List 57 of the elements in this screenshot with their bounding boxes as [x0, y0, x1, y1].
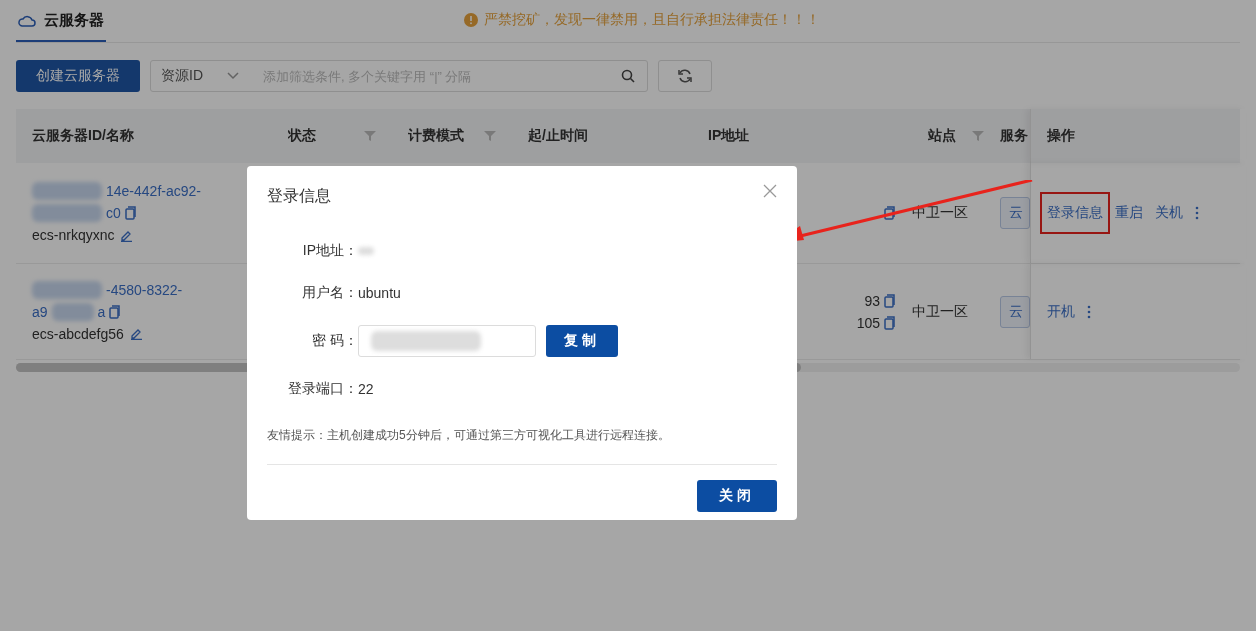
redaction-blur — [358, 247, 374, 255]
field-label: 用户名： — [301, 284, 358, 302]
column-header: IP地址 — [708, 127, 750, 145]
server-id[interactable]: c0 — [106, 202, 121, 224]
page-tab[interactable]: 云服务器 — [16, 0, 106, 42]
redaction-blur — [32, 182, 102, 200]
refresh-icon[interactable] — [677, 68, 693, 84]
search-icon[interactable] — [621, 69, 635, 83]
tip-text: 友情提示：主机创建成功5分钟后，可通过第三方可视化工具进行远程连接。 — [267, 427, 777, 465]
service-tag: 云 — [1000, 197, 1030, 229]
warning-text: 严禁挖矿，发现一律禁用，且自行承担法律责任！！！ — [484, 11, 820, 29]
column-header: 站点 — [928, 127, 956, 145]
dialog-title: 登录信息 — [267, 186, 331, 206]
ip-address: 93 — [864, 291, 880, 311]
field-label: 密 码： — [311, 332, 358, 350]
more-icon[interactable] — [1195, 206, 1199, 220]
copy-icon[interactable] — [884, 315, 896, 330]
field-label: IP地址： — [301, 242, 358, 260]
copy-button[interactable]: 复制 — [546, 325, 618, 357]
copy-icon[interactable] — [109, 304, 122, 319]
action-link[interactable]: 登录信息 — [1040, 192, 1110, 234]
column-header: 操作 — [1047, 127, 1075, 145]
redaction-blur — [51, 302, 94, 321]
copy-icon[interactable] — [884, 206, 896, 220]
create-button[interactable]: 创建云服务器 — [16, 60, 140, 92]
column-header: 起/止时间 — [528, 127, 588, 145]
redaction-blur — [32, 204, 102, 222]
caret-icon[interactable] — [227, 72, 239, 80]
column-header: 状态 — [288, 127, 316, 145]
redaction-blur — [32, 280, 102, 299]
column-header: 云服务器ID/名称 — [32, 127, 134, 145]
copy-icon[interactable] — [884, 293, 896, 308]
column-header: 服务 — [1000, 127, 1028, 145]
server-id[interactable]: 14e-442f-ac92- — [106, 180, 201, 202]
field-value: 22 — [358, 381, 374, 397]
server-id[interactable]: -4580-8322- — [106, 278, 183, 301]
server-id[interactable]: a — [97, 300, 106, 323]
more-icon[interactable] — [1087, 304, 1091, 319]
ip-address: 105 — [856, 313, 880, 333]
field-value: ubuntu — [358, 285, 401, 301]
action-link[interactable]: 开机 — [1040, 290, 1082, 333]
site-name: 中卫一区 — [912, 302, 969, 321]
password-field[interactable] — [358, 325, 536, 357]
refresh-button[interactable] — [658, 60, 712, 92]
column-header: 计费模式 — [408, 127, 464, 145]
close-button[interactable]: 关闭 — [697, 480, 777, 512]
service-tag: 云 — [1000, 295, 1030, 328]
filter-select[interactable]: 资源ID — [161, 67, 203, 85]
server-id[interactable]: a9 — [32, 300, 48, 323]
edit-icon[interactable] — [129, 327, 143, 340]
server-name: ecs-nrkqyxnc — [32, 226, 115, 245]
action-link[interactable]: 关机 — [1148, 192, 1190, 234]
server-name: ecs-abcdefg56 — [32, 324, 124, 344]
copy-icon[interactable] — [124, 206, 137, 220]
warning-icon — [464, 13, 478, 27]
field-label: 登录端口： — [287, 380, 358, 398]
action-link[interactable]: 重启 — [1108, 192, 1150, 234]
